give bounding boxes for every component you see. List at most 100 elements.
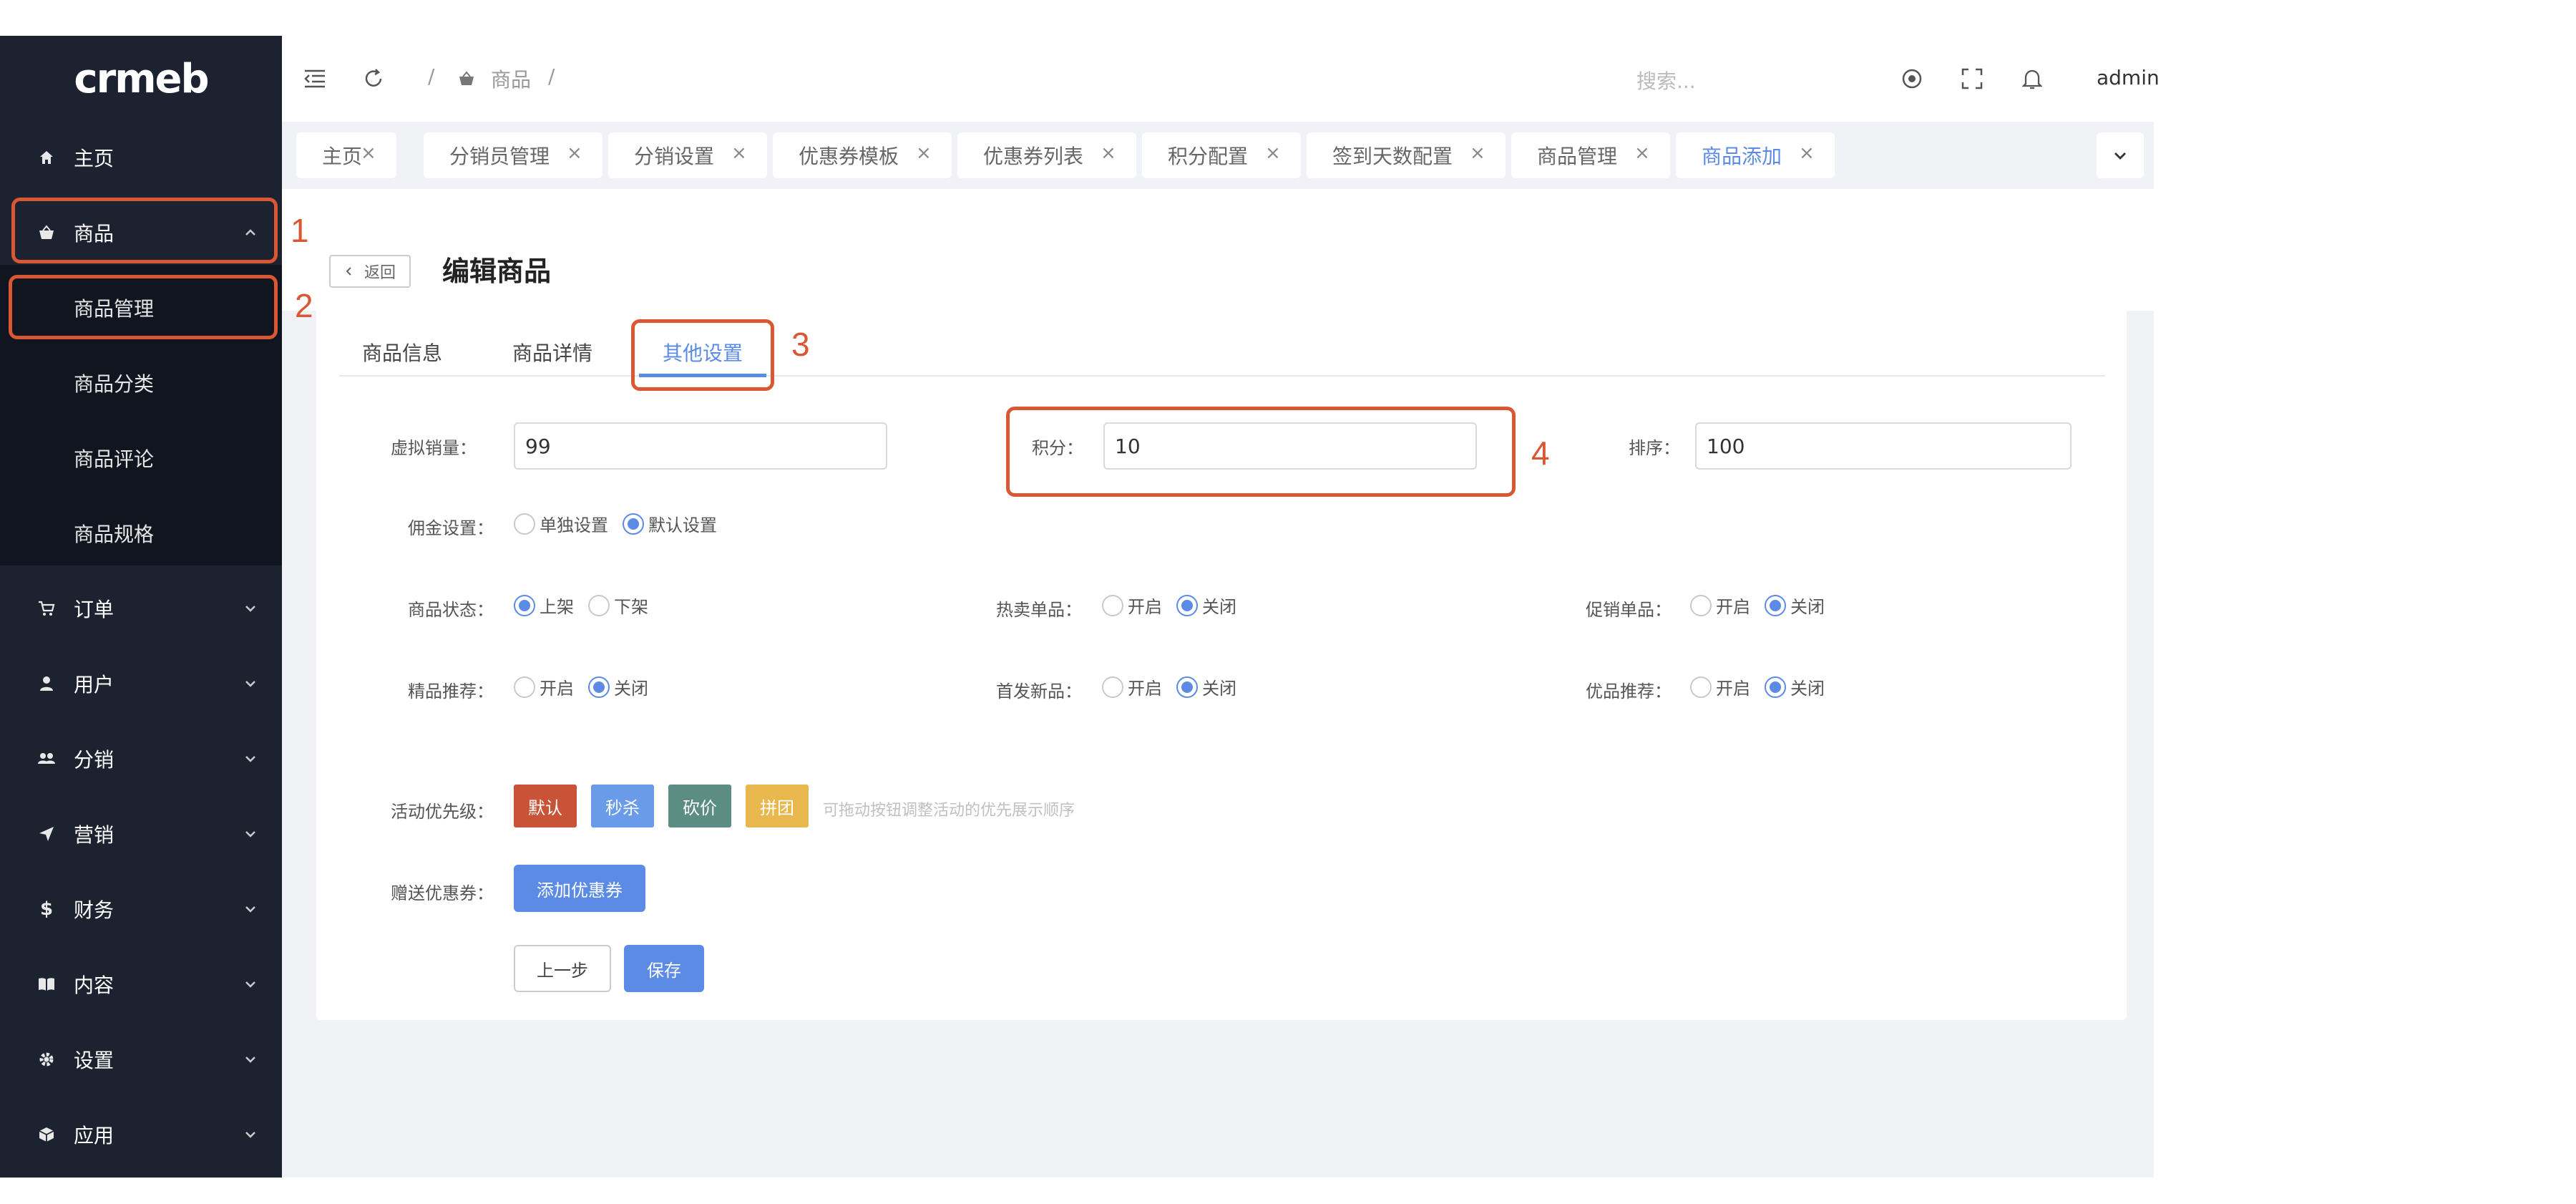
search-input[interactable]: 搜索... [1636, 66, 1696, 94]
radio-promo-on[interactable]: 开启 [1690, 593, 1750, 618]
radio-commission-default[interactable]: 默认设置 [623, 511, 717, 536]
page-title: 编辑商品 [442, 256, 552, 287]
close-icon[interactable]: × [1101, 144, 1116, 162]
close-icon[interactable]: × [1470, 144, 1485, 162]
basket-icon [452, 64, 481, 93]
tab-product-info[interactable]: 商品信息 [362, 338, 442, 366]
annotation-number: 3 [791, 326, 810, 363]
virtual-sales-label: 虚拟销量： [391, 438, 477, 458]
tab-signin-config[interactable]: 签到天数配置 × [1307, 132, 1506, 178]
send-icon [37, 825, 56, 843]
close-icon[interactable]: × [1265, 144, 1281, 162]
radio-hot-on[interactable]: 开启 [1102, 593, 1162, 618]
target-icon[interactable] [1898, 64, 1926, 93]
radio-new-off[interactable]: 关闭 [1176, 674, 1236, 699]
chevron-down-icon [245, 830, 255, 838]
annotation-number: 1 [291, 212, 309, 249]
sidebar-sub-item-product-spec[interactable]: 商品规格 [0, 495, 282, 571]
sidebar-item-settings[interactable]: 设置 [0, 1021, 282, 1097]
priority-seckill-button[interactable]: 秒杀 [591, 785, 654, 827]
box-icon [37, 1125, 56, 1144]
chevron-down-icon [245, 755, 255, 762]
sidebar-item-orders[interactable]: 订单 [0, 571, 282, 646]
radio-best-off[interactable]: 关闭 [588, 674, 648, 699]
tab-distribution-settings[interactable]: 分销设置 × [608, 132, 767, 178]
chevron-down-icon [2114, 152, 2126, 160]
radio-hot-off[interactable]: 关闭 [1176, 593, 1236, 618]
chevron-down-icon [245, 1131, 255, 1138]
app-window: crmeb 主页 商品 商品管理 商品分类 商品评论 商品规格 订单 用户 分销… [0, 36, 2160, 1178]
radio-good-on[interactable]: 开启 [1690, 674, 1750, 699]
breadcrumb[interactable]: 商品 [491, 64, 531, 93]
add-coupon-button[interactable]: 添加优惠券 [514, 865, 645, 912]
chevron-down-icon [245, 680, 255, 687]
virtual-sales-input[interactable]: 99 [514, 422, 887, 470]
priority-group-button[interactable]: 拼团 [746, 785, 809, 827]
sidebar-sub-item-product-category[interactable]: 商品分类 [0, 345, 282, 420]
sort-label: 排序： [1629, 438, 1680, 458]
sidebar-item-home[interactable]: 主页 [0, 120, 282, 195]
priority-bargain-button[interactable]: 砍价 [668, 785, 731, 827]
radio-good-off[interactable]: 关闭 [1765, 674, 1825, 699]
sidebar-item-content[interactable]: 内容 [0, 946, 282, 1021]
close-icon[interactable]: × [1634, 144, 1650, 162]
close-icon[interactable]: × [567, 144, 582, 162]
sidebar-item-marketing[interactable]: 营销 [0, 796, 282, 871]
highlight-box [631, 319, 774, 391]
book-icon [37, 975, 56, 994]
menu-fold-icon[interactable] [301, 64, 329, 93]
sidebar-item-users[interactable]: 用户 [0, 646, 282, 721]
radio-promo-off[interactable]: 关闭 [1765, 593, 1825, 618]
priority-label: 活动优先级： [391, 802, 494, 822]
chevron-down-icon [245, 981, 255, 988]
user-menu[interactable]: admin [2097, 66, 2160, 89]
sidebar-sub-item-product-review[interactable]: 商品评论 [0, 420, 282, 495]
back-button[interactable]: 返回 [329, 255, 411, 288]
tab-coupon-list[interactable]: 优惠券列表 × [957, 132, 1136, 178]
radio-status-on[interactable]: 上架 [514, 593, 574, 618]
tab-product-add[interactable]: 商品添加 × [1676, 132, 1835, 178]
close-icon[interactable]: × [916, 144, 932, 162]
tab-product-manage[interactable]: 商品管理 × [1511, 132, 1670, 178]
radio-commission-custom[interactable]: 单独设置 [514, 511, 608, 536]
hot-label: 热卖单品： [996, 600, 1082, 620]
group-icon [37, 749, 56, 768]
priority-default-button[interactable]: 默认 [514, 785, 577, 827]
best-label: 精品推荐： [408, 681, 494, 701]
close-icon[interactable]: × [361, 144, 376, 162]
radio-new-on[interactable]: 开启 [1102, 674, 1162, 699]
tab-product-detail[interactable]: 商品详情 [512, 338, 592, 366]
user-icon [37, 674, 56, 693]
sidebar-item-finance[interactable]: $ 财务 [0, 871, 282, 946]
annotation-number: 2 [295, 287, 313, 324]
radio-best-on[interactable]: 开启 [514, 674, 574, 699]
close-icon[interactable]: × [731, 144, 747, 162]
fullscreen-icon[interactable] [1958, 64, 1986, 93]
tab-coupon-template[interactable]: 优惠券模板 × [773, 132, 952, 178]
coupon-label: 赠送优惠券： [391, 883, 494, 903]
tab-home[interactable]: 主页 × [296, 132, 396, 178]
tab-points-config[interactable]: 积分配置 × [1142, 132, 1301, 178]
tabs-bar: 主页 × 分销员管理 × 分销设置 × 优惠券模板 × 优惠券列表 × 积分配置 × 签到天… [282, 122, 2154, 189]
promo-label: 促销单品： [1586, 600, 1672, 620]
sort-input[interactable]: 100 [1695, 422, 2072, 470]
sidebar-item-distribution[interactable]: 分销 [0, 721, 282, 796]
highlight-box [9, 275, 278, 339]
tabs-dropdown-button[interactable] [2097, 132, 2144, 178]
good-label: 优品推荐： [1586, 681, 1672, 701]
refresh-icon[interactable] [359, 64, 388, 93]
gear-icon [37, 1050, 56, 1069]
save-button[interactable]: 保存 [624, 945, 704, 992]
radio-status-off[interactable]: 下架 [588, 593, 648, 618]
sidebar-item-apps[interactable]: 应用 [0, 1097, 282, 1172]
commission-label: 佣金设置： [408, 518, 494, 538]
bell-icon[interactable] [2018, 64, 2046, 93]
close-icon[interactable]: × [1799, 144, 1815, 162]
highlight-box [1006, 407, 1516, 497]
highlight-box [11, 198, 278, 263]
home-icon [37, 148, 56, 167]
header: / 商品 / 搜索... admin [282, 36, 2160, 122]
tab-distributor-manage[interactable]: 分销员管理 × [424, 132, 602, 178]
page-header: 返回 编辑商品 [282, 189, 2154, 311]
prev-step-button[interactable]: 上一步 [514, 945, 611, 992]
